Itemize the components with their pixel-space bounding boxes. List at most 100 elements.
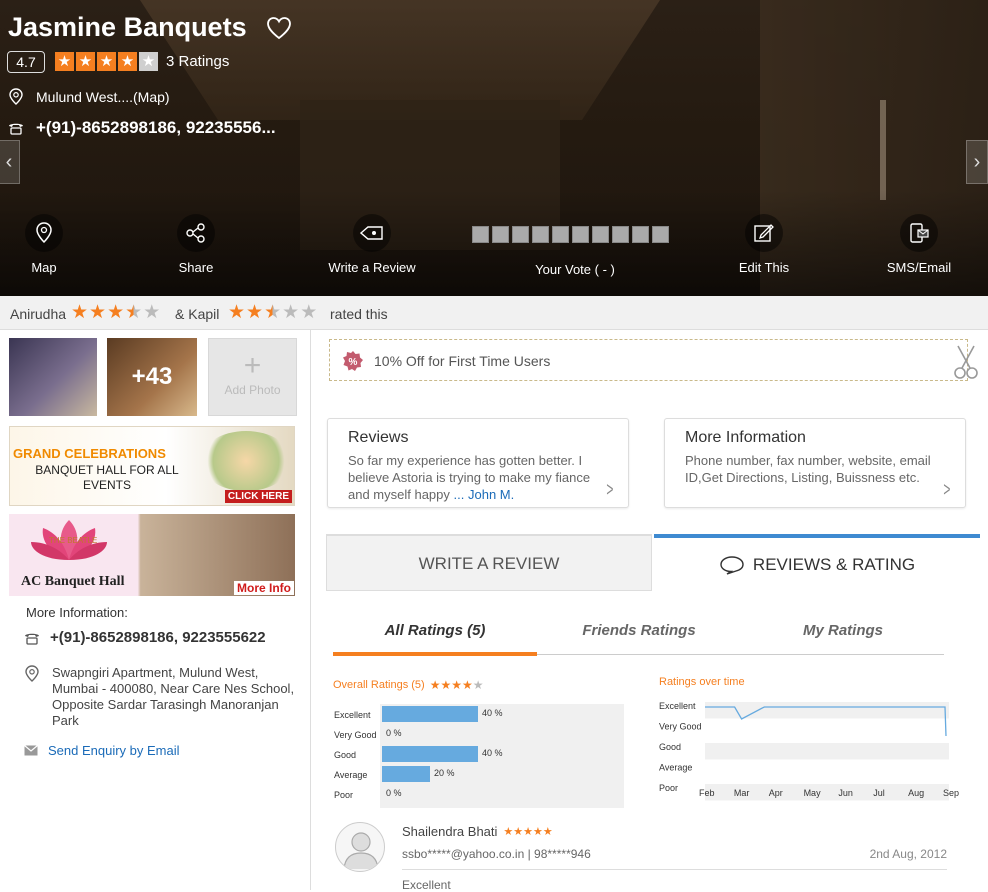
star-icon: ★ <box>429 678 441 692</box>
tab-reviews-rating[interactable]: REVIEWS & RATING <box>654 534 980 591</box>
left-phone-row[interactable]: +(91)-8652898186, 9223555622 <box>24 629 266 646</box>
rating-badge: 4.7 <box>7 51 45 73</box>
phone-text: +(91)-8652898186, 92235556... <box>36 118 276 137</box>
photo-thumbnail[interactable] <box>9 338 97 416</box>
sms-email-action[interactable]: SMS/Email <box>869 214 969 275</box>
reviewer-contact: ssbo*****@yahoo.co.in | 98*****946 <box>402 847 591 861</box>
star-icon: ★ <box>55 52 74 71</box>
bar <box>382 746 478 762</box>
phone-row[interactable]: +(91)-8652898186, 92235556... <box>8 118 276 138</box>
vote-segment[interactable] <box>612 226 629 243</box>
your-vote-label: Your Vote ( - ) <box>535 262 615 277</box>
sms-email-action-label: SMS/Email <box>886 260 952 275</box>
location-row[interactable]: Mulund West....(Map) <box>8 88 170 106</box>
star-empty-icon: ★ <box>143 302 161 323</box>
ad-more-info[interactable]: More Info <box>234 581 294 595</box>
add-photo-button[interactable]: + Add Photo <box>208 338 297 416</box>
rater2-name[interactable]: & Kapil <box>175 306 219 322</box>
avatar <box>335 822 385 872</box>
review-author-link[interactable]: ... John M. <box>454 487 515 502</box>
reviewer-name[interactable]: Shailendra Bhati <box>402 824 497 839</box>
y-level-label: Very Good <box>659 722 702 732</box>
map-action[interactable]: Map <box>0 214 94 275</box>
ad-banner-celebrations[interactable]: GRAND CELEBRATIONS BANQUET HALL FOR ALL … <box>9 426 295 506</box>
subtab-friends-ratings[interactable]: Friends Ratings <box>537 622 741 639</box>
bar-category-label: Very Good <box>334 730 377 740</box>
more-info-card-title: More Information <box>685 429 806 446</box>
star-empty-icon: ★ <box>300 302 318 323</box>
rater-name[interactable]: Anirudha <box>10 306 66 322</box>
send-enquiry-link[interactable]: Send Enquiry by Email <box>24 743 180 758</box>
chart-band <box>705 743 949 760</box>
more-information-card[interactable]: More Information Phone number, fax numbe… <box>664 418 966 508</box>
x-tick-label: Feb <box>699 788 715 798</box>
rated-this-label: rated this <box>330 306 388 322</box>
vote-segment[interactable] <box>592 226 609 243</box>
next-arrow-button[interactable]: › <box>966 140 988 184</box>
subtab-my-ratings[interactable]: My Ratings <box>741 622 945 639</box>
vote-segment[interactable] <box>532 226 549 243</box>
x-tick-label: Mar <box>734 788 750 798</box>
left-column: +43 + Add Photo GRAND CELEBRATIONS BANQU… <box>0 330 311 890</box>
star-half-icon: ★ <box>125 302 143 323</box>
bar-category-label: Good <box>334 750 357 760</box>
vote-segment[interactable] <box>632 226 649 243</box>
ad-banner-beatle[interactable]: THE BEATLE AC Banquet Hall More Info <box>9 514 295 596</box>
bar-category-label: Excellent <box>334 710 371 720</box>
bar-row: Excellent 40 % <box>333 706 624 722</box>
edit-action[interactable]: Edit This <box>714 214 814 275</box>
bar-value-label: 40 % <box>482 708 503 718</box>
location-text: Mulund West....(Map) <box>36 89 170 105</box>
star-half-icon: ★ <box>462 678 473 692</box>
rater2-stars: ★ ★ ★ ★ ★ <box>228 302 318 323</box>
vote-segment[interactable] <box>552 226 569 243</box>
more-photos-thumbnail[interactable]: +43 <box>107 338 197 416</box>
star-icon: ★ <box>246 302 264 323</box>
vote-segment[interactable] <box>492 226 509 243</box>
vote-segment[interactable] <box>472 226 489 243</box>
chevron-right-icon: > <box>606 479 614 501</box>
bar <box>382 766 430 782</box>
write-review-action-label: Write a Review <box>328 260 416 275</box>
star-empty-icon: ★ <box>472 678 484 692</box>
vote-bar[interactable] <box>472 226 669 243</box>
vote-segment[interactable] <box>512 226 529 243</box>
write-review-action[interactable]: Write a Review <box>322 214 422 275</box>
rating-stars: ★ ★ ★ ★ ★ <box>55 52 158 71</box>
bar-row: Poor 0 % <box>333 786 624 802</box>
tab-write-review[interactable]: WRITE A REVIEW <box>326 534 652 591</box>
chart-band <box>705 702 949 719</box>
chat-bubble-icon <box>720 555 744 575</box>
star-icon: ★ <box>118 52 137 71</box>
offer-coupon[interactable]: % 10% Off for First Time Users <box>329 339 968 381</box>
vote-segment[interactable] <box>572 226 589 243</box>
overall-ratings-chart: Excellent 40 % Very Good 0 % Good 40 % Average… <box>333 704 626 808</box>
star-icon: ★ <box>76 52 95 71</box>
more-info-card-text: Phone number, fax number, website, email… <box>685 453 931 485</box>
map-pin-icon <box>9 88 23 105</box>
more-info-heading: More Information: <box>26 605 128 620</box>
discount-badge-icon: % <box>343 351 363 371</box>
star-icon: ★ <box>451 678 462 692</box>
prev-arrow-button[interactable]: ‹ <box>0 140 20 184</box>
chevron-right-icon: > <box>943 479 951 501</box>
heart-icon[interactable] <box>266 16 292 40</box>
ad-click-here[interactable]: CLICK HERE <box>224 490 292 503</box>
map-pin-icon <box>25 665 39 682</box>
add-photo-label: Add Photo <box>224 383 281 397</box>
reviews-card[interactable]: Reviews So far my experience has gotten … <box>327 418 629 508</box>
x-tick-label: Jun <box>838 788 853 798</box>
edit-action-label: Edit This <box>738 260 790 275</box>
star-icon: ★ <box>89 302 107 323</box>
subtab-all-ratings[interactable]: All Ratings (5) <box>333 622 537 639</box>
mail-icon <box>24 745 38 756</box>
vote-segment[interactable] <box>652 226 669 243</box>
bar-value-label: 0 % <box>386 788 402 798</box>
map-action-label: Map <box>31 260 57 275</box>
ad-subheading: BANQUET HALL FOR ALL EVENTS <box>35 463 179 492</box>
share-action[interactable]: Share <box>146 214 246 275</box>
address-text: Swapngiri Apartment, Mulund West, Mumbai… <box>52 665 295 728</box>
ratings-count[interactable]: 3 Ratings <box>166 53 229 70</box>
plus-icon: + <box>243 349 262 382</box>
reviewer-row: Shailendra Bhati ★★★★★ <box>402 824 553 839</box>
